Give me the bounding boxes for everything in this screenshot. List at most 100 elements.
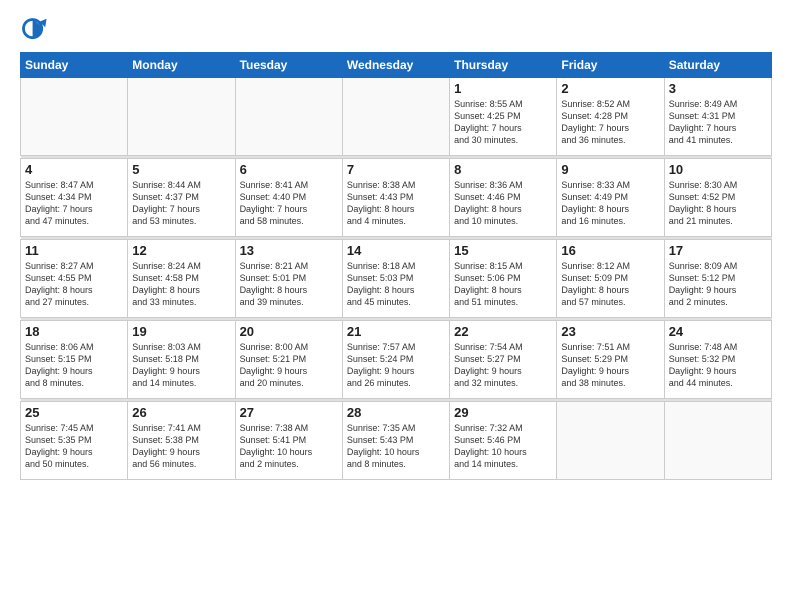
calendar-header-thursday: Thursday: [450, 53, 557, 78]
calendar-cell: 9 Sunrise: 8:33 AM Sunset: 4:49 PM Daylig…: [557, 159, 664, 237]
day-info: Sunrise: 7:32 AM Sunset: 5:46 PM Dayligh…: [454, 422, 552, 471]
calendar-cell: 19 Sunrise: 8:03 AM Sunset: 5:18 PM Dayli…: [128, 321, 235, 399]
day-info: Sunrise: 8:27 AM Sunset: 4:55 PM Dayligh…: [25, 260, 123, 309]
day-info: Sunrise: 8:18 AM Sunset: 5:03 PM Dayligh…: [347, 260, 445, 309]
calendar-week-3: 11Sunrise: 8:27 AM Sunset: 4:55 PM Dayli…: [21, 240, 772, 318]
day-number: 1: [454, 81, 552, 96]
day-info: Sunrise: 8:21 AM Sunset: 5:01 PM Dayligh…: [240, 260, 338, 309]
day-number: 27: [240, 405, 338, 420]
calendar-cell: 5 Sunrise: 8:44 AM Sunset: 4:37 PM Daylig…: [128, 159, 235, 237]
day-number: 16: [561, 243, 659, 258]
day-number: 10: [669, 162, 767, 177]
day-number: 23: [561, 324, 659, 339]
calendar-cell: 11Sunrise: 8:27 AM Sunset: 4:55 PM Dayli…: [21, 240, 128, 318]
calendar-cell: 28 Sunrise: 7:35 AM Sunset: 5:43 PM Dayli…: [342, 402, 449, 480]
day-info: Sunrise: 8:52 AM Sunset: 4:28 PM Dayligh…: [561, 98, 659, 147]
logo: [20, 16, 52, 44]
day-info: Sunrise: 7:35 AM Sunset: 5:43 PM Dayligh…: [347, 422, 445, 471]
day-number: 25: [25, 405, 123, 420]
day-number: 14: [347, 243, 445, 258]
calendar-cell: 25Sunrise: 7:45 AM Sunset: 5:35 PM Dayli…: [21, 402, 128, 480]
day-info: Sunrise: 7:38 AM Sunset: 5:41 PM Dayligh…: [240, 422, 338, 471]
calendar-cell: 20 Sunrise: 8:00 AM Sunset: 5:21 PM Dayli…: [235, 321, 342, 399]
day-info: Sunrise: 8:30 AM Sunset: 4:52 PM Dayligh…: [669, 179, 767, 228]
day-number: 2: [561, 81, 659, 96]
calendar-cell: 27 Sunrise: 7:38 AM Sunset: 5:41 PM Dayli…: [235, 402, 342, 480]
calendar-cell: 6 Sunrise: 8:41 AM Sunset: 4:40 PM Daylig…: [235, 159, 342, 237]
calendar-cell: 23 Sunrise: 7:51 AM Sunset: 5:29 PM Dayli…: [557, 321, 664, 399]
calendar-cell: [342, 78, 449, 156]
calendar-cell: 18Sunrise: 8:06 AM Sunset: 5:15 PM Dayli…: [21, 321, 128, 399]
day-info: Sunrise: 7:41 AM Sunset: 5:38 PM Dayligh…: [132, 422, 230, 471]
calendar-header-wednesday: Wednesday: [342, 53, 449, 78]
day-info: Sunrise: 8:36 AM Sunset: 4:46 PM Dayligh…: [454, 179, 552, 228]
calendar-cell: [664, 402, 771, 480]
calendar-cell: [557, 402, 664, 480]
day-number: 4: [25, 162, 123, 177]
day-number: 19: [132, 324, 230, 339]
calendar-header-sunday: Sunday: [21, 53, 128, 78]
day-info: Sunrise: 8:00 AM Sunset: 5:21 PM Dayligh…: [240, 341, 338, 390]
calendar-cell: 16 Sunrise: 8:12 AM Sunset: 5:09 PM Dayli…: [557, 240, 664, 318]
day-info: Sunrise: 8:55 AM Sunset: 4:25 PM Dayligh…: [454, 98, 552, 147]
day-number: 15: [454, 243, 552, 258]
day-number: 6: [240, 162, 338, 177]
calendar-cell: 10 Sunrise: 8:30 AM Sunset: 4:52 PM Dayli…: [664, 159, 771, 237]
calendar-cell: 29 Sunrise: 7:32 AM Sunset: 5:46 PM Dayli…: [450, 402, 557, 480]
day-info: Sunrise: 7:54 AM Sunset: 5:27 PM Dayligh…: [454, 341, 552, 390]
calendar-header-monday: Monday: [128, 53, 235, 78]
day-info: Sunrise: 8:03 AM Sunset: 5:18 PM Dayligh…: [132, 341, 230, 390]
day-info: Sunrise: 8:49 AM Sunset: 4:31 PM Dayligh…: [669, 98, 767, 147]
calendar-cell: 15 Sunrise: 8:15 AM Sunset: 5:06 PM Dayli…: [450, 240, 557, 318]
day-number: 13: [240, 243, 338, 258]
day-number: 20: [240, 324, 338, 339]
calendar-cell: [128, 78, 235, 156]
calendar-cell: 26 Sunrise: 7:41 AM Sunset: 5:38 PM Dayli…: [128, 402, 235, 480]
calendar-cell: 7 Sunrise: 8:38 AM Sunset: 4:43 PM Daylig…: [342, 159, 449, 237]
calendar-table: SundayMondayTuesdayWednesdayThursdayFrid…: [20, 52, 772, 480]
calendar-cell: [21, 78, 128, 156]
day-number: 22: [454, 324, 552, 339]
calendar-cell: 21Sunrise: 7:57 AM Sunset: 5:24 PM Dayli…: [342, 321, 449, 399]
day-info: Sunrise: 8:15 AM Sunset: 5:06 PM Dayligh…: [454, 260, 552, 309]
calendar-cell: 22 Sunrise: 7:54 AM Sunset: 5:27 PM Dayli…: [450, 321, 557, 399]
day-number: 5: [132, 162, 230, 177]
day-info: Sunrise: 8:33 AM Sunset: 4:49 PM Dayligh…: [561, 179, 659, 228]
calendar-header-row: SundayMondayTuesdayWednesdayThursdayFrid…: [21, 53, 772, 78]
calendar-cell: 17 Sunrise: 8:09 AM Sunset: 5:12 PM Dayli…: [664, 240, 771, 318]
day-number: 9: [561, 162, 659, 177]
day-number: 7: [347, 162, 445, 177]
day-number: 17: [669, 243, 767, 258]
calendar-cell: [235, 78, 342, 156]
calendar-header-friday: Friday: [557, 53, 664, 78]
calendar-cell: 4Sunrise: 8:47 AM Sunset: 4:34 PM Daylig…: [21, 159, 128, 237]
day-number: 3: [669, 81, 767, 96]
day-number: 12: [132, 243, 230, 258]
calendar-week-4: 18Sunrise: 8:06 AM Sunset: 5:15 PM Dayli…: [21, 321, 772, 399]
calendar-cell: 24 Sunrise: 7:48 AM Sunset: 5:32 PM Dayli…: [664, 321, 771, 399]
calendar-cell: 13 Sunrise: 8:21 AM Sunset: 5:01 PM Dayli…: [235, 240, 342, 318]
day-info: Sunrise: 8:12 AM Sunset: 5:09 PM Dayligh…: [561, 260, 659, 309]
calendar-cell: 12 Sunrise: 8:24 AM Sunset: 4:58 PM Dayli…: [128, 240, 235, 318]
calendar-week-2: 4Sunrise: 8:47 AM Sunset: 4:34 PM Daylig…: [21, 159, 772, 237]
logo-icon: [20, 16, 48, 44]
day-info: Sunrise: 7:48 AM Sunset: 5:32 PM Dayligh…: [669, 341, 767, 390]
calendar-cell: 3 Sunrise: 8:49 AM Sunset: 4:31 PM Daylig…: [664, 78, 771, 156]
day-number: 8: [454, 162, 552, 177]
day-info: Sunrise: 8:44 AM Sunset: 4:37 PM Dayligh…: [132, 179, 230, 228]
day-number: 18: [25, 324, 123, 339]
day-info: Sunrise: 8:24 AM Sunset: 4:58 PM Dayligh…: [132, 260, 230, 309]
calendar-cell: 1 Sunrise: 8:55 AM Sunset: 4:25 PM Daylig…: [450, 78, 557, 156]
day-info: Sunrise: 8:09 AM Sunset: 5:12 PM Dayligh…: [669, 260, 767, 309]
calendar-cell: 8 Sunrise: 8:36 AM Sunset: 4:46 PM Daylig…: [450, 159, 557, 237]
calendar-week-1: 1 Sunrise: 8:55 AM Sunset: 4:25 PM Daylig…: [21, 78, 772, 156]
day-number: 26: [132, 405, 230, 420]
day-number: 24: [669, 324, 767, 339]
day-number: 29: [454, 405, 552, 420]
calendar-header-saturday: Saturday: [664, 53, 771, 78]
day-number: 28: [347, 405, 445, 420]
day-info: Sunrise: 8:41 AM Sunset: 4:40 PM Dayligh…: [240, 179, 338, 228]
day-info: Sunrise: 7:51 AM Sunset: 5:29 PM Dayligh…: [561, 341, 659, 390]
calendar-cell: 14 Sunrise: 8:18 AM Sunset: 5:03 PM Dayli…: [342, 240, 449, 318]
day-info: Sunrise: 8:38 AM Sunset: 4:43 PM Dayligh…: [347, 179, 445, 228]
